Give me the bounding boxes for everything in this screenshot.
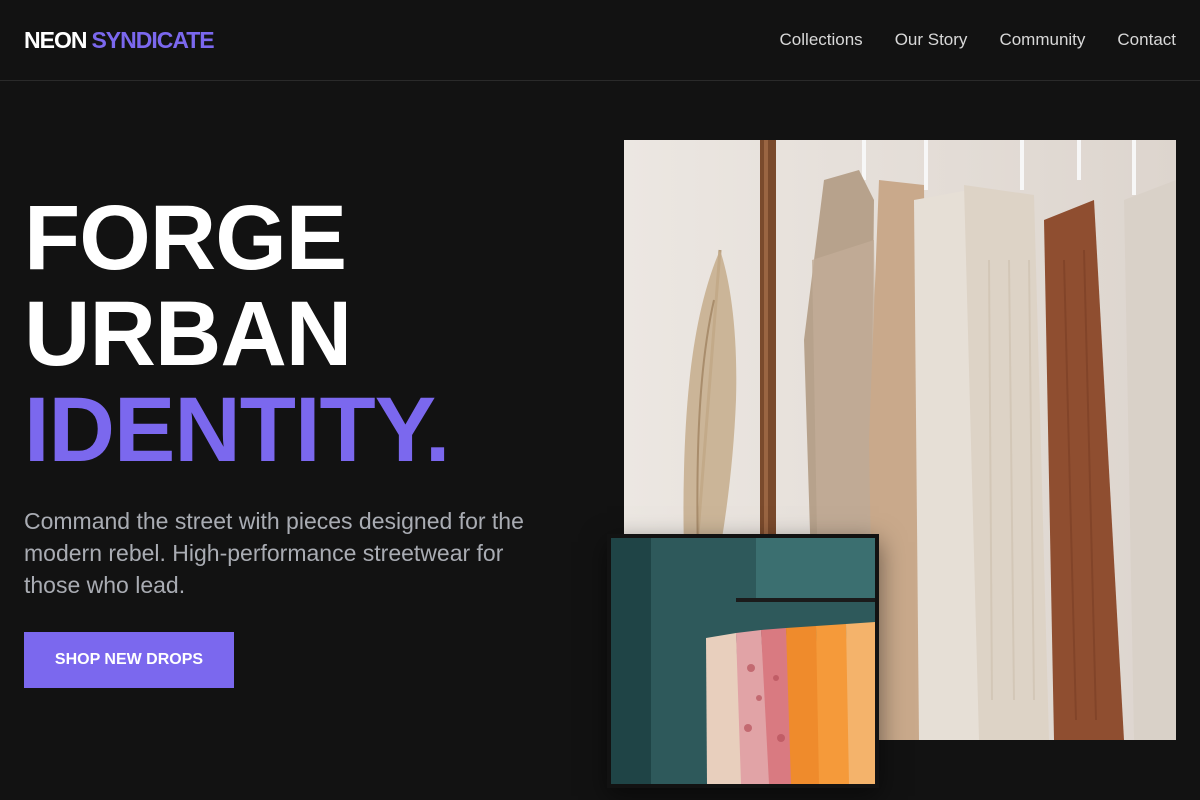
brand-word-neon: NEON xyxy=(24,26,87,53)
main-nav: Collections Our Story Community Contact xyxy=(780,30,1176,50)
store-rack-photo xyxy=(607,534,879,788)
nav-item-community[interactable]: Community xyxy=(999,30,1085,50)
hero-title-line-3: IDENTITY. xyxy=(24,379,450,481)
hero-subtitle: Command the street with pieces designed … xyxy=(24,508,524,598)
brand-logo[interactable]: NEON SYNDICATE xyxy=(24,26,215,54)
nav-item-collections[interactable]: Collections xyxy=(780,30,863,50)
brand-word-syndicate: SYNDICATE xyxy=(91,26,214,53)
nav-item-contact[interactable]: Contact xyxy=(1117,30,1176,50)
store-rack-illustration xyxy=(611,538,875,784)
shop-new-drops-button[interactable]: SHOP NEW DROPS xyxy=(24,632,234,688)
site-header: NEON SYNDICATE Collections Our Story Com… xyxy=(0,0,1200,81)
hero-title: FORGE URBAN IDENTITY. xyxy=(24,187,450,481)
hero-title-line-1: FORGE xyxy=(24,187,347,289)
hero-title-line-2: URBAN xyxy=(24,283,352,385)
nav-item-our-story[interactable]: Our Story xyxy=(895,30,968,50)
